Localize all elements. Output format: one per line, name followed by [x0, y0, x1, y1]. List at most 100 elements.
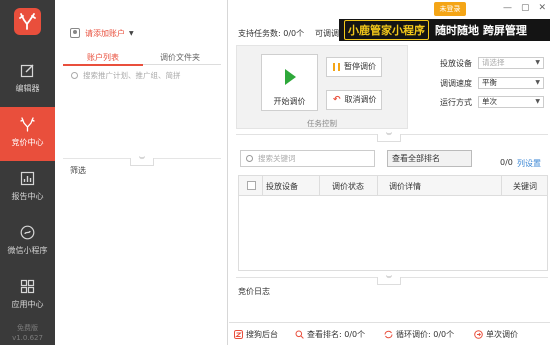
column-divider [377, 176, 378, 196]
chevron-down-icon: ▼ [535, 79, 540, 86]
column-header-device[interactable]: 投放设备 [266, 181, 298, 192]
column-divider [319, 176, 320, 196]
play-icon [285, 69, 296, 85]
main-area: 支持任务数: 0/0个 可调调 未登录 — ▢ ✕ 小鹿管家小程序 随时随地 跨… [229, 0, 550, 345]
account-search-input[interactable]: 搜索推广计划、推广组、简拼 [71, 70, 181, 81]
loop-icon [384, 330, 393, 339]
sidebar-item-label: 报告中心 [11, 192, 44, 201]
column-settings-link[interactable]: 列设置 [517, 158, 541, 169]
setting-speed: 调调速度 平衡 ▼ [440, 77, 550, 89]
add-account-dropdown[interactable]: 请添加账户 ▼ [70, 27, 134, 39]
speed-select-value: 平衡 [482, 78, 497, 87]
maximize-icon[interactable]: ▢ [521, 3, 530, 13]
run-mode-select-value: 单次 [482, 97, 497, 106]
start-bidding-label: 开始调价 [273, 97, 306, 106]
miniprogram-icon [20, 225, 35, 240]
run-mode-select[interactable]: 单次 ▼ [478, 96, 544, 108]
pause-icon [333, 63, 340, 71]
miniprogram-banner[interactable]: 小鹿管家小程序 随时随地 跨屏管理 [339, 19, 550, 41]
search-icon [295, 330, 304, 339]
pause-bidding-button[interactable]: 暂停调价 [326, 57, 382, 77]
account-tabs: 账户列表 调价文件夹 [63, 50, 221, 65]
sidebar-item-apps[interactable]: 应用中心 [0, 269, 55, 323]
minimize-icon[interactable]: — [503, 3, 512, 13]
status-label: 循环调价: 0/0个 [396, 330, 455, 339]
search-icon [71, 72, 78, 79]
adjustable-label: 可调调 [315, 29, 339, 38]
status-label: 搜狗后台 [246, 330, 278, 339]
column-divider [262, 176, 263, 196]
sidebar-item-label: 竞价中心 [11, 138, 44, 147]
app-logo [14, 8, 41, 35]
select-all-checkbox[interactable] [247, 181, 256, 190]
column-divider [501, 176, 502, 196]
setting-label: 运行方式 [440, 98, 472, 107]
sidebar-item-label: 应用中心 [11, 300, 44, 309]
status-single-bid[interactable]: 单次调价 [474, 329, 518, 340]
status-label: 单次调价 [486, 330, 518, 339]
sidebar-item-label: 微信小程序 [7, 246, 48, 255]
device-select[interactable]: 请选择 ▼ [478, 57, 544, 69]
sidebar-item-bidding[interactable]: 竞价中心 [0, 107, 55, 161]
column-header-status[interactable]: 调价状态 [332, 181, 364, 192]
banner-slogan: 随时随地 跨屏管理 [435, 24, 527, 37]
setting-device: 投放设备 请选择 ▼ [440, 57, 550, 69]
collapse-handle[interactable]: ︾ [377, 134, 401, 142]
status-view-rank[interactable]: 查看排名: 0/0个 [295, 329, 365, 340]
sidebar: 编辑器 竞价中心 报告中心 微信小程序 应用中心 免费版 v1.0.627 [0, 0, 55, 345]
keyword-count: 0/0 [500, 158, 513, 167]
sidebar-item-miniprogram[interactable]: 微信小程序 [0, 215, 55, 269]
device-select-value: 请选择 [482, 58, 505, 67]
collapse-handle[interactable]: ︾ [377, 277, 401, 285]
cancel-bidding-label: 取消调价 [344, 95, 377, 104]
status-label: 查看排名: 0/0个 [307, 330, 366, 339]
undo-icon: ↶ [333, 95, 341, 105]
login-badge[interactable]: 未登录 [434, 2, 466, 16]
start-bidding-button[interactable]: 开始调价 [261, 54, 318, 111]
sidebar-item-label: 编辑器 [15, 84, 40, 93]
status-bar: 搜狗后台 查看排名: 0/0个 循环调价: 0/0个 单次调价 [229, 322, 550, 345]
search-icon [246, 155, 253, 162]
setting-label: 投放设备 [440, 59, 472, 68]
column-header-detail[interactable]: 调价详情 [389, 181, 421, 192]
window-controls: — ▢ ✕ [503, 3, 546, 13]
keyword-search-input[interactable]: 搜索关键词 [240, 150, 375, 167]
view-all-rank-button[interactable]: 查看全部排名 [387, 150, 472, 167]
chevron-down-icon: ▼ [129, 29, 134, 37]
tab-account-list[interactable]: 账户列表 [87, 52, 119, 63]
pause-bidding-label: 暂停调价 [344, 62, 376, 71]
status-loop-bid[interactable]: 循环调价: 0/0个 [384, 329, 454, 340]
table-header: 投放设备 调价状态 调价详情 关键词 [239, 176, 547, 196]
column-header-keyword[interactable]: 关键词 [513, 181, 537, 192]
add-account-label: 请添加账户 [85, 28, 125, 38]
keyword-table: 投放设备 调价状态 调价详情 关键词 [238, 175, 548, 271]
keyword-search-placeholder: 搜索关键词 [258, 154, 296, 163]
sidebar-item-editor[interactable]: 编辑器 [0, 53, 55, 107]
edit-icon [20, 64, 34, 78]
close-icon[interactable]: ✕ [538, 3, 546, 13]
task-control-group: 开始调价 暂停调价 ↶ 取消调价 任务控制 [236, 45, 408, 129]
banner-brand: 小鹿管家小程序 [344, 20, 429, 40]
status-sogou-backend[interactable]: 搜狗后台 [234, 329, 278, 340]
chevron-down-icon: ▼ [535, 59, 540, 66]
bid-log-label: 竞价日志 [238, 287, 270, 296]
task-control-label: 任务控制 [307, 119, 337, 128]
cancel-bidding-button[interactable]: ↶ 取消调价 [326, 90, 382, 110]
tasks-supported: 支持任务数: 0/0个 [238, 29, 305, 38]
edition-label: 免费版 [17, 324, 38, 332]
tab-bid-folder[interactable]: 调价文件夹 [160, 52, 200, 63]
report-icon [20, 171, 35, 186]
filter-label: 筛选 [70, 166, 86, 175]
user-icon [70, 28, 80, 38]
version-label: v1.0.627 [12, 334, 43, 342]
antler-icon [20, 117, 35, 132]
sidebar-item-report[interactable]: 报告中心 [0, 161, 55, 215]
collapse-handle[interactable]: ︾ [130, 158, 154, 166]
apps-icon [20, 279, 35, 294]
setting-run-mode: 运行方式 单次 ▼ [440, 96, 550, 108]
single-icon [474, 330, 483, 339]
chevron-down-icon: ▼ [535, 98, 540, 105]
account-search-placeholder: 搜索推广计划、推广组、简拼 [83, 71, 181, 80]
setting-label: 调调速度 [440, 79, 472, 88]
speed-select[interactable]: 平衡 ▼ [478, 77, 544, 89]
